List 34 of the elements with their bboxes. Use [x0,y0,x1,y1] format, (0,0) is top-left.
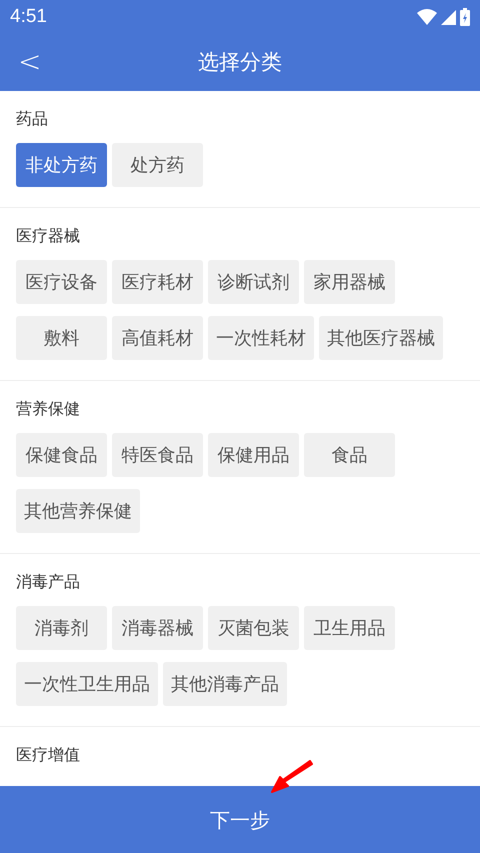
category-chip[interactable]: 家用器械 [304,260,395,304]
category-chip[interactable]: 卫生用品 [304,606,395,650]
page-title: 选择分类 [198,48,282,76]
section-title: 药品 [16,108,49,130]
next-step-button[interactable]: 下一步 [0,786,480,853]
status-time: 4:51 [10,4,47,29]
category-chip[interactable]: 高值耗材 [112,316,203,360]
category-chip[interactable]: 医疗设备 [16,260,107,304]
category-chip[interactable]: 消毒剂 [16,606,107,650]
section-title: 消毒产品 [16,571,81,593]
category-chip[interactable]: 诊断试剂 [208,260,299,304]
category-chip[interactable]: 其他营养保健 [16,489,140,533]
category-chip[interactable]: 医疗耗材 [112,260,203,304]
category-chip[interactable]: 非处方药 [16,143,107,187]
section-title: 医疗增值 [16,744,81,766]
category-chip[interactable]: 保健用品 [208,433,299,477]
category-chip[interactable]: 特医食品 [112,433,203,477]
category-chip[interactable]: 处方药 [112,143,203,187]
battery-icon [460,8,470,26]
section-title: 营养保健 [16,398,81,420]
category-chip[interactable]: 其他消毒产品 [163,662,287,706]
category-chip[interactable]: 一次性耗材 [208,316,314,360]
pointer-arrow-icon [270,760,316,794]
category-chip[interactable]: 一次性卫生用品 [16,662,158,706]
category-chip[interactable]: 灭菌包装 [208,606,299,650]
category-chip[interactable]: 敷料 [16,316,107,360]
wifi-icon [417,9,437,25]
category-chip[interactable]: 食品 [304,433,395,477]
section-title: 医疗器械 [16,225,81,247]
signal-icon [441,10,456,24]
category-chip[interactable]: 消毒器械 [112,606,203,650]
category-chip[interactable]: 其他医疗器械 [319,316,443,360]
category-chip[interactable]: 保健食品 [16,433,107,477]
back-button[interactable]: < [10,42,50,82]
